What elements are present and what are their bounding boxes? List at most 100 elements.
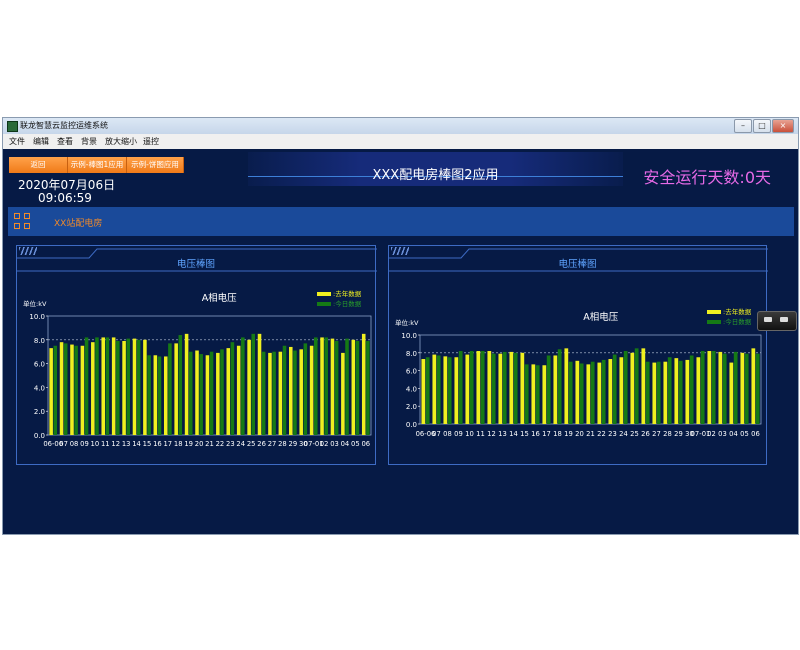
- bar-today: [345, 338, 349, 435]
- close-button[interactable]: ×: [772, 119, 794, 133]
- x-tick-label: 12: [487, 430, 496, 438]
- x-tick-label: 11: [101, 440, 110, 448]
- bar-today: [53, 345, 58, 435]
- bar-last-year: [247, 339, 251, 435]
- x-tick-label: 05: [740, 430, 749, 438]
- x-tick-label: 11: [476, 430, 485, 438]
- voltage-panel-left: 电压棒图 0.0 2.0 4.0 6.0 8.0 10.0 A相电压 单位:kV:去年数据:今…: [16, 245, 377, 465]
- bar-chart1-example-button[interactable]: 示例-棒图1应用: [68, 157, 127, 173]
- unit-label: 单位:kV: [23, 299, 47, 308]
- x-tick-label: 29: [289, 440, 298, 448]
- bar-last-year: [443, 356, 448, 424]
- bar-today: [178, 335, 183, 435]
- bar-today: [282, 345, 287, 435]
- menu-background[interactable]: 背景: [81, 136, 97, 147]
- voltage-bar-chart: 0.0 2.0 4.0 6.0 8.0 10.0 A相电压单位:kV:去年数据:今日数据 06…: [23, 289, 372, 448]
- x-tick-label: 10: [465, 430, 474, 438]
- x-tick-label: 03: [718, 430, 727, 438]
- bar-today: [524, 364, 529, 424]
- bar-today: [168, 343, 172, 435]
- bar-last-year: [361, 333, 366, 435]
- x-tick-label: 19: [564, 430, 573, 438]
- bar-today: [513, 352, 518, 424]
- bar-today: [733, 351, 738, 424]
- x-tick-label: 15: [520, 430, 529, 438]
- bar-last-year: [564, 348, 569, 424]
- bar-last-year: [320, 337, 324, 435]
- bar-today: [744, 353, 749, 424]
- bar-last-year: [49, 348, 53, 435]
- y-tick-label: 8.0: [406, 350, 417, 358]
- bar-today: [612, 354, 617, 424]
- bar-today: [126, 338, 130, 435]
- bar-last-year: [630, 352, 635, 424]
- bar-last-year: [685, 359, 690, 424]
- floating-device-widget[interactable]: [757, 311, 797, 331]
- menu-view[interactable]: 查看: [57, 136, 73, 147]
- back-button[interactable]: 返回: [9, 157, 68, 173]
- bar-last-year: [278, 351, 283, 435]
- bar-last-year: [205, 355, 210, 435]
- bar-last-year: [531, 364, 536, 424]
- menu-file[interactable]: 文件: [9, 136, 25, 147]
- bar-today: [755, 353, 760, 424]
- bar-today: [324, 337, 328, 435]
- x-tick-label: 24: [619, 430, 628, 438]
- menu-edit[interactable]: 编辑: [33, 136, 49, 147]
- x-tick-label: 20: [575, 430, 584, 438]
- x-tick-label: 07: [59, 440, 68, 448]
- bar-last-year: [195, 350, 199, 435]
- x-tick-label: 13: [498, 430, 507, 438]
- menu-zoom[interactable]: 放大缩小: [105, 136, 137, 147]
- x-tick-label: 14: [509, 430, 518, 438]
- legend-swatch: [707, 310, 721, 314]
- x-tick-label: 28: [663, 430, 672, 438]
- maximize-button[interactable]: □: [753, 119, 771, 133]
- bar-last-year: [487, 351, 492, 424]
- bar-today: [601, 359, 606, 424]
- bar-today: [84, 337, 89, 435]
- bar-last-year: [153, 355, 158, 435]
- x-tick-label: 21: [205, 440, 214, 448]
- bar-today: [261, 351, 266, 435]
- x-tick-label: 09: [80, 440, 89, 448]
- x-tick-label: 09: [454, 430, 463, 438]
- bar-last-year: [542, 365, 547, 424]
- x-tick-label: 23: [608, 430, 617, 438]
- menu-remote[interactable]: 遥控: [143, 136, 159, 147]
- bar-today: [645, 361, 650, 424]
- x-tick-label: 20: [195, 440, 204, 448]
- y-tick-label: 0.0: [34, 432, 45, 440]
- bar-last-year: [707, 351, 712, 424]
- x-tick-label: 22: [597, 430, 606, 438]
- x-tick-label: 17: [542, 430, 551, 438]
- bar-last-year: [432, 354, 437, 424]
- x-tick-label: 15: [143, 440, 152, 448]
- x-tick-label: 18: [174, 440, 183, 448]
- title-bar[interactable]: 联龙智慧云监控运维系统 – □ ×: [3, 118, 798, 135]
- bar-last-year: [309, 345, 314, 435]
- bar-last-year: [111, 337, 116, 435]
- safe-run-days: 安全运行天数:0天: [643, 168, 771, 187]
- menu-bar: 文件 编辑 查看 背景 放大缩小 遥控: [3, 134, 798, 150]
- bar-today: [147, 355, 151, 435]
- y-tick-label: 4.0: [34, 384, 45, 392]
- x-tick-label: 04: [729, 430, 738, 438]
- x-tick-label: 21: [586, 430, 595, 438]
- x-tick-label: 26: [641, 430, 650, 438]
- grid-icon[interactable]: [14, 213, 31, 230]
- x-tick-label: 18: [553, 430, 562, 438]
- pie-chart-example-button[interactable]: 示例-饼图应用: [127, 157, 184, 173]
- y-tick-label: 2.0: [406, 403, 417, 411]
- bar-today: [447, 357, 452, 424]
- bar-today: [535, 365, 540, 424]
- minimize-button[interactable]: –: [734, 119, 752, 133]
- bar-last-year: [498, 353, 503, 424]
- legend-label: :去年数据: [723, 307, 752, 316]
- bar-today: [491, 353, 496, 424]
- bar-today: [63, 343, 68, 435]
- x-tick-label: 08: [70, 440, 79, 448]
- bar-last-year: [652, 362, 657, 424]
- x-tick-label: 16: [153, 440, 162, 448]
- x-tick-label: 29: [674, 430, 683, 438]
